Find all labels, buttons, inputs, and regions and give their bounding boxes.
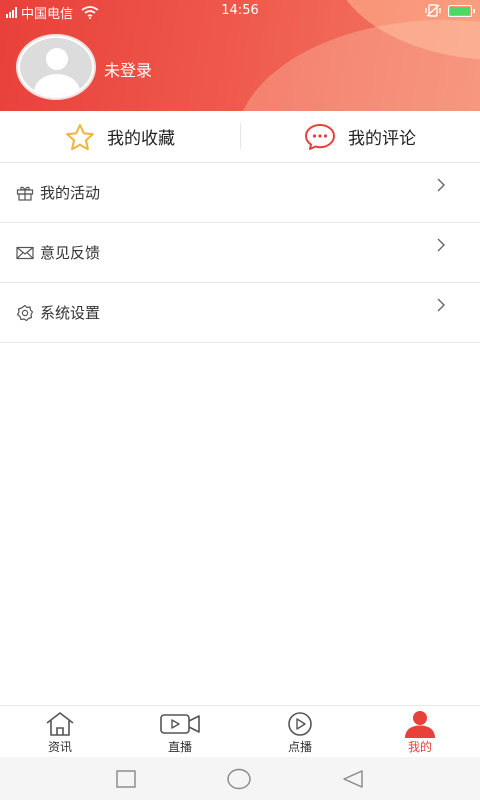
menu-item-my-activities[interactable]: 我的活动 <box>0 163 480 223</box>
tab-label: 资讯 <box>47 740 72 754</box>
menu-item-label: 意见反馈 <box>40 244 101 262</box>
status-bar: 中国电信 14:56 <box>0 0 480 22</box>
back-button[interactable] <box>341 769 365 789</box>
chevron-right-icon <box>437 238 445 252</box>
menu-item-feedback[interactable]: 意见反馈 <box>0 223 480 283</box>
bottom-tab-bar: 资讯 直播 点播 我的 <box>0 705 480 757</box>
header-wave-decoration <box>235 20 480 111</box>
profile-header: 中国电信 14:56 未登录 <box>0 0 480 111</box>
tab-live[interactable]: 直播 <box>120 706 240 757</box>
tab-mine[interactable]: 我的 <box>360 706 480 757</box>
menu-item-label: 系统设置 <box>40 304 101 322</box>
menu-item-system-settings[interactable]: 系统设置 <box>0 283 480 343</box>
system-navigation-bar <box>0 757 480 800</box>
my-comments-button[interactable]: 我的评论 <box>240 111 480 162</box>
tab-label: 点播 <box>287 740 312 754</box>
tab-label: 我的 <box>407 740 432 754</box>
settings-menu: 我的活动 意见反馈 系统设置 <box>0 163 480 343</box>
mail-icon <box>16 244 34 262</box>
tab-news[interactable]: 资讯 <box>0 706 120 757</box>
video-camera-icon <box>159 710 201 738</box>
home-button[interactable] <box>226 768 252 790</box>
my-favorites-button[interactable]: 我的收藏 <box>0 111 240 162</box>
quick-actions-row: 我的收藏 我的评论 <box>0 111 480 163</box>
home-icon <box>44 710 76 738</box>
tab-on-demand[interactable]: 点播 <box>240 706 360 757</box>
gift-icon <box>16 184 34 202</box>
gear-icon <box>16 304 34 322</box>
play-circle-icon <box>284 710 316 738</box>
battery-icon <box>448 4 475 17</box>
clock: 14:56 <box>221 3 259 18</box>
chevron-right-icon <box>437 178 445 192</box>
quick-actions-divider <box>240 123 241 149</box>
recent-apps-button[interactable] <box>115 769 137 788</box>
chevron-right-icon <box>437 298 445 312</box>
tab-label: 直播 <box>167 740 192 754</box>
chat-bubble-icon <box>305 123 335 150</box>
star-icon <box>66 123 94 150</box>
my-favorites-label: 我的收藏 <box>107 129 175 149</box>
vibrate-icon <box>425 4 441 17</box>
user-icon <box>403 710 437 738</box>
avatar[interactable] <box>16 34 96 100</box>
my-comments-label: 我的评论 <box>348 129 416 149</box>
menu-item-label: 我的活动 <box>40 184 101 202</box>
login-status-text[interactable]: 未登录 <box>104 57 152 81</box>
